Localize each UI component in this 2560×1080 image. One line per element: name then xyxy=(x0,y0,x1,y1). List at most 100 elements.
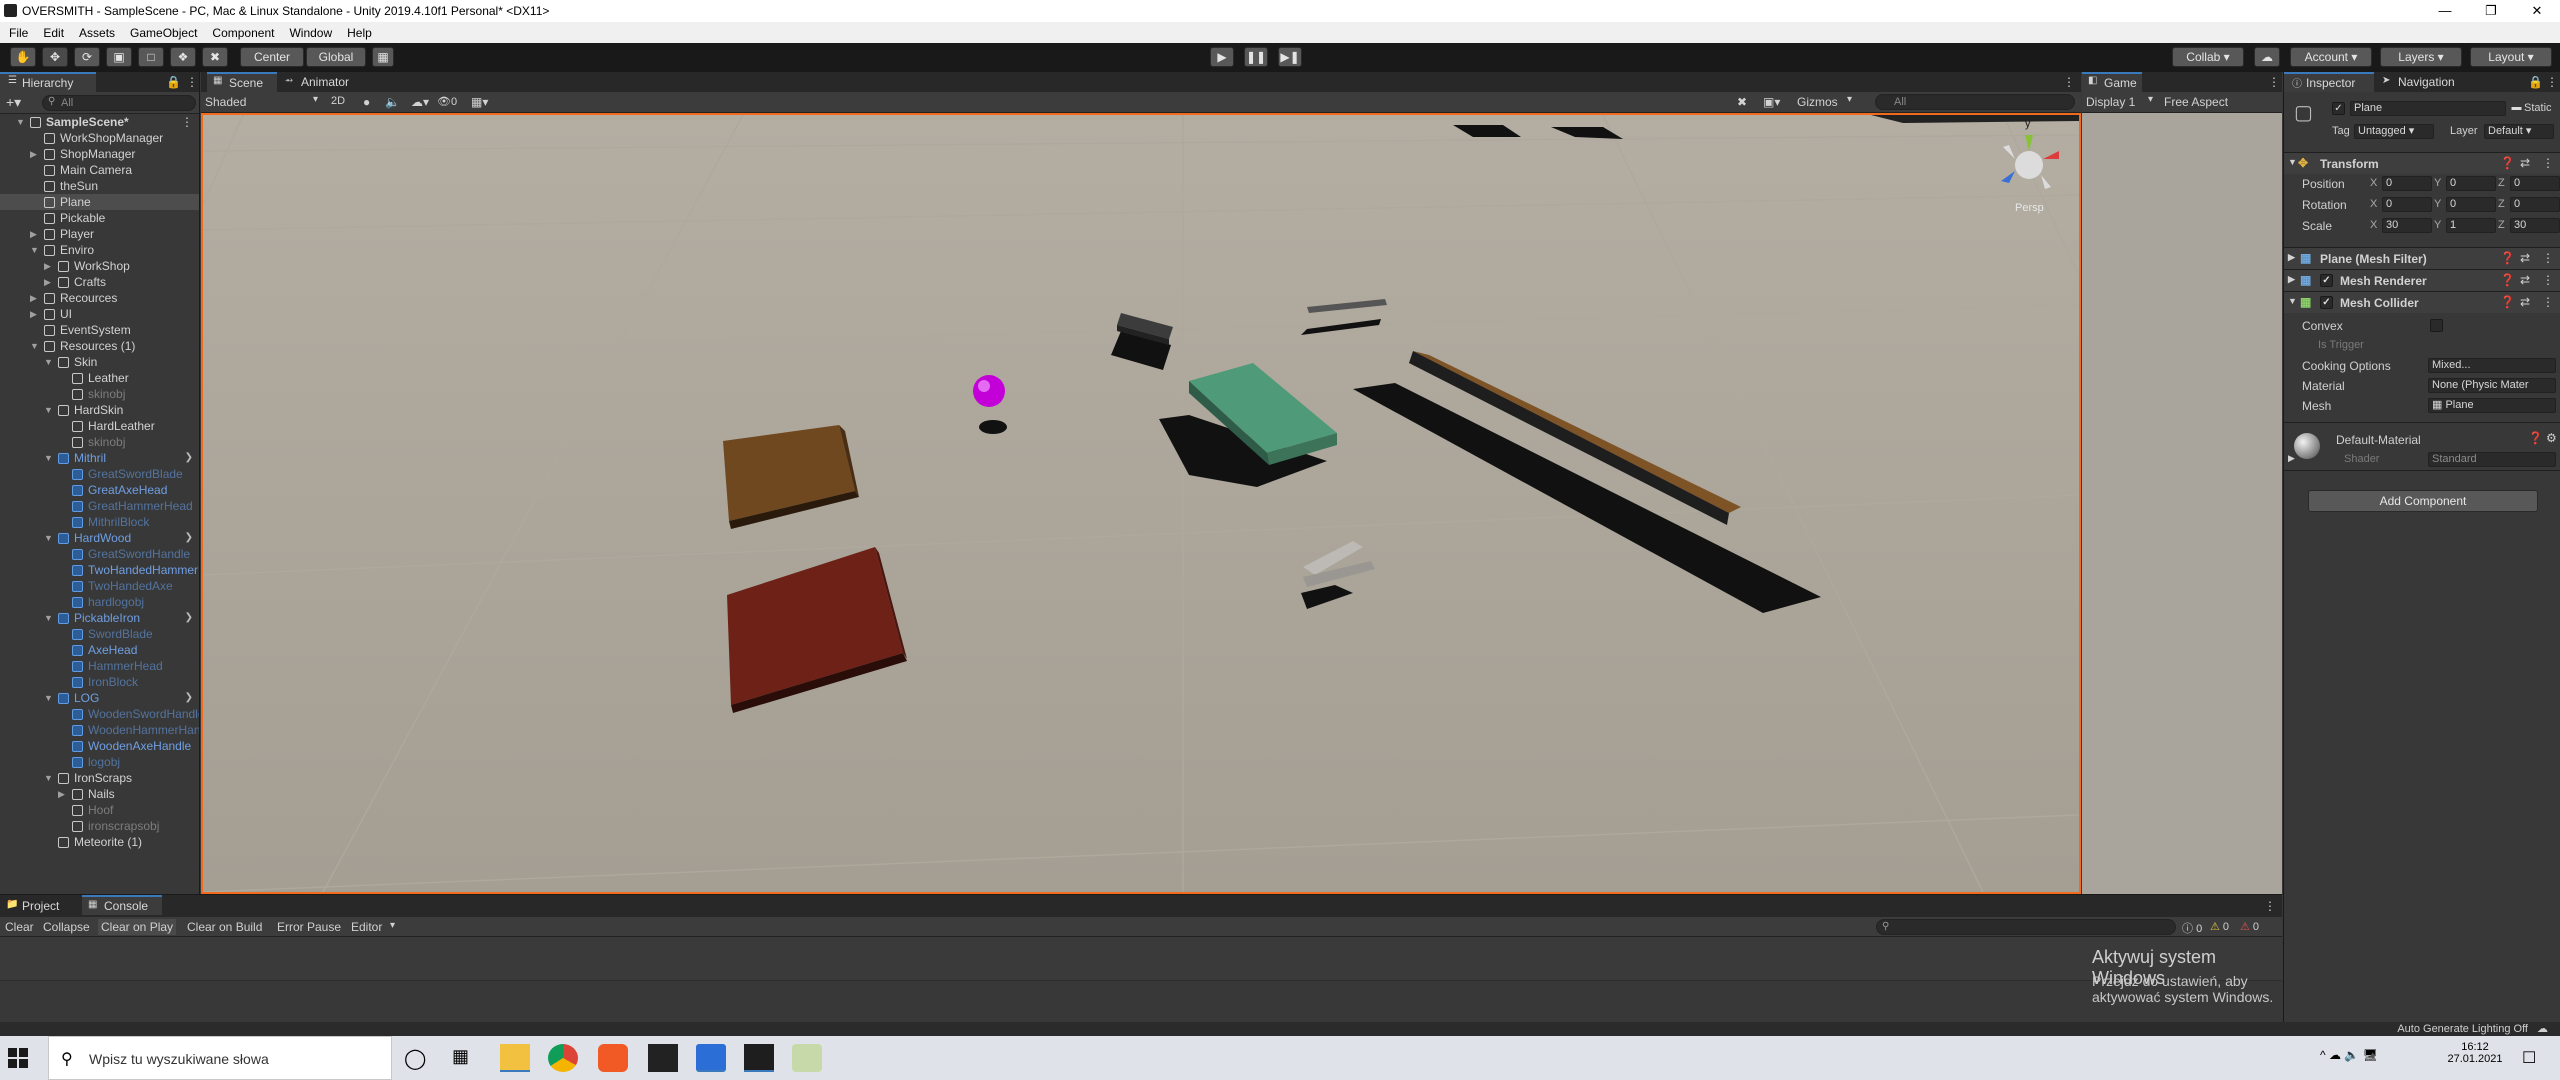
collapse-arrow-icon[interactable]: ▶ xyxy=(44,274,54,290)
hierarchy-item[interactable]: TwoHandedHammer xyxy=(0,562,199,578)
unity-taskbar-icon[interactable] xyxy=(744,1044,774,1072)
lighting-status[interactable]: Auto Generate Lighting Off xyxy=(2397,1023,2528,1035)
mesh-renderer-header[interactable]: ▶ ▦ ✓ Mesh Renderer ❓ ⇄ ⋮ xyxy=(2284,269,2560,291)
help-icon[interactable]: ❓ xyxy=(2500,251,2515,265)
expand-arrow-icon[interactable]: ▼ xyxy=(44,530,54,546)
menu-help[interactable]: Help xyxy=(347,26,372,40)
warning-count-icon[interactable]: ⚠ 0 xyxy=(2210,920,2229,933)
app-icon[interactable] xyxy=(648,1044,678,1072)
tab-navigation[interactable]: Navigation xyxy=(2376,72,2472,92)
hierarchy-item[interactable]: GreatHammerHead xyxy=(0,498,199,514)
document-icon[interactable] xyxy=(696,1044,726,1072)
collapse-arrow-icon[interactable]: ▶ xyxy=(30,226,40,242)
menu-assets[interactable]: Assets xyxy=(79,26,115,40)
transform-x-field[interactable]: 0 xyxy=(2382,197,2432,212)
material-field[interactable]: None (Physic Mater xyxy=(2428,378,2556,393)
prefab-open-icon[interactable]: ❯ xyxy=(185,450,193,466)
preset-icon[interactable]: ⇄ xyxy=(2520,251,2530,265)
expand-arrow-icon[interactable]: ▼ xyxy=(44,402,54,418)
hierarchy-item[interactable]: ▶ ShopManager xyxy=(0,146,199,162)
hierarchy-item[interactable]: WoodenAxeHandle xyxy=(0,738,199,754)
prefab-open-icon[interactable]: ❯ xyxy=(185,530,193,546)
paint-icon[interactable] xyxy=(792,1044,822,1072)
mesh-field[interactable]: ▦ Plane xyxy=(2428,398,2556,413)
hierarchy-item[interactable]: HammerHead xyxy=(0,658,199,674)
collapse-arrow-icon[interactable]: ▶ xyxy=(30,146,40,162)
transform-x-field[interactable]: 30 xyxy=(2382,218,2432,233)
collapse-arrow-icon[interactable]: ▶ xyxy=(30,306,40,322)
hierarchy-item[interactable]: SwordBlade xyxy=(0,626,199,642)
minimize-icon[interactable]: — xyxy=(2422,0,2468,22)
menu-gameobject[interactable]: GameObject xyxy=(130,26,197,40)
hierarchy-item[interactable]: ▼ PickableIron ❯ xyxy=(0,610,199,626)
preset-icon[interactable]: ⇄ xyxy=(2520,156,2530,170)
hierarchy-item[interactable]: ▼ Resources (1) xyxy=(0,338,199,354)
layout-dropdown[interactable]: Layout ▾ xyxy=(2470,47,2552,67)
hierarchy-item[interactable]: ▼ IronScraps xyxy=(0,770,199,786)
lock-icon[interactable]: 🔒 xyxy=(166,75,181,89)
layer-dropdown[interactable]: Default ▾ xyxy=(2484,124,2554,139)
component-menu-icon[interactable]: ⋮ xyxy=(2542,295,2554,309)
object-name-field[interactable]: Plane xyxy=(2350,101,2506,116)
transform-tool-icon[interactable]: ❖ xyxy=(170,47,196,67)
console-log-area[interactable] xyxy=(0,937,2282,981)
prefab-open-icon[interactable]: ❯ xyxy=(185,610,193,626)
hierarchy-item[interactable]: ▶ Nails xyxy=(0,786,199,802)
collab-button[interactable]: Collab ▾ xyxy=(2172,47,2244,67)
windows-start-icon[interactable] xyxy=(8,1048,28,1068)
expand-arrow-icon[interactable]: ▼ xyxy=(44,770,54,786)
hierarchy-item[interactable]: IronBlock xyxy=(0,674,199,690)
convex-checkbox[interactable] xyxy=(2430,319,2443,332)
step-icon[interactable]: ▶❚ xyxy=(1278,47,1302,67)
transform-z-field[interactable]: 0 xyxy=(2510,197,2560,212)
transform-y-field[interactable]: 0 xyxy=(2446,197,2496,212)
help-icon[interactable]: ❓ xyxy=(2500,273,2515,287)
help-icon[interactable]: ❓ xyxy=(2500,156,2515,170)
collapse-arrow-icon[interactable]: ▶ xyxy=(44,258,54,274)
display-dropdown[interactable]: Display 1 xyxy=(2086,95,2135,109)
shading-mode-dropdown[interactable]: Shaded xyxy=(205,95,246,109)
hand-tool-icon[interactable]: ✋ xyxy=(10,47,36,67)
menu-file[interactable]: File xyxy=(9,26,28,40)
transform-y-field[interactable]: 0 xyxy=(2446,176,2496,191)
clear-button[interactable]: Clear xyxy=(2,919,37,935)
toggle-2d-button[interactable]: 2D xyxy=(331,95,345,107)
hierarchy-item[interactable]: skinobj xyxy=(0,434,199,450)
console-menu-icon[interactable]: ⋮ xyxy=(2264,899,2276,913)
collapse-button[interactable]: Collapse xyxy=(40,919,93,935)
transform-z-field[interactable]: 0 xyxy=(2510,176,2560,191)
console-search-input[interactable] xyxy=(1876,919,2176,935)
tag-dropdown[interactable]: Untagged ▾ xyxy=(2354,124,2434,139)
hierarchy-search-input[interactable]: All xyxy=(42,95,196,111)
material-settings-icon[interactable]: ⚙ xyxy=(2546,431,2557,445)
expand-arrow-icon[interactable]: ▼ xyxy=(44,690,54,706)
error-pause-button[interactable]: Error Pause xyxy=(274,919,344,935)
inspector-lock-icon[interactable]: 🔒 xyxy=(2528,75,2543,89)
cloud-icon[interactable]: ☁ xyxy=(2254,47,2280,67)
hierarchy-item[interactable]: TwoHandedAxe xyxy=(0,578,199,594)
hierarchy-item[interactable]: AxeHead xyxy=(0,642,199,658)
move-tool-icon[interactable]: ✥ xyxy=(42,47,68,67)
rotate-tool-icon[interactable]: ⟳ xyxy=(74,47,100,67)
hierarchy-item[interactable]: WoodenSwordHandle xyxy=(0,706,199,722)
hierarchy-item[interactable]: GreatAxeHead xyxy=(0,482,199,498)
menu-window[interactable]: Window xyxy=(289,26,332,40)
clock[interactable]: 16:12 27.01.2021 xyxy=(2440,1041,2510,1065)
transform-x-field[interactable]: 0 xyxy=(2382,176,2432,191)
magenta-sphere[interactable] xyxy=(973,375,1005,407)
scene-menu-icon[interactable]: ⋮ xyxy=(2063,75,2075,89)
hidden-objects-icon[interactable]: 👁0 xyxy=(437,95,457,108)
hierarchy-item[interactable]: Meteorite (1) xyxy=(0,834,199,850)
gizmos-dropdown[interactable]: Gizmos xyxy=(1797,95,1838,109)
audio-toggle-icon[interactable]: 🔈 xyxy=(385,95,400,109)
hierarchy-item[interactable]: ironscrapsobj xyxy=(0,818,199,834)
file-explorer-icon[interactable] xyxy=(500,1044,530,1072)
expand-arrow-icon[interactable]: ▼ xyxy=(30,242,40,258)
expand-arrow-icon[interactable]: ▼ xyxy=(44,354,54,370)
hierarchy-item[interactable]: Leather xyxy=(0,370,199,386)
tools-icon[interactable]: ✖ xyxy=(1737,95,1747,109)
account-dropdown[interactable]: Account ▾ xyxy=(2290,47,2372,67)
add-component-button[interactable]: Add Component xyxy=(2308,490,2538,512)
hierarchy-item[interactable]: WoodenHammerHandle xyxy=(0,722,199,738)
play-icon[interactable]: ▶ xyxy=(1210,47,1234,67)
